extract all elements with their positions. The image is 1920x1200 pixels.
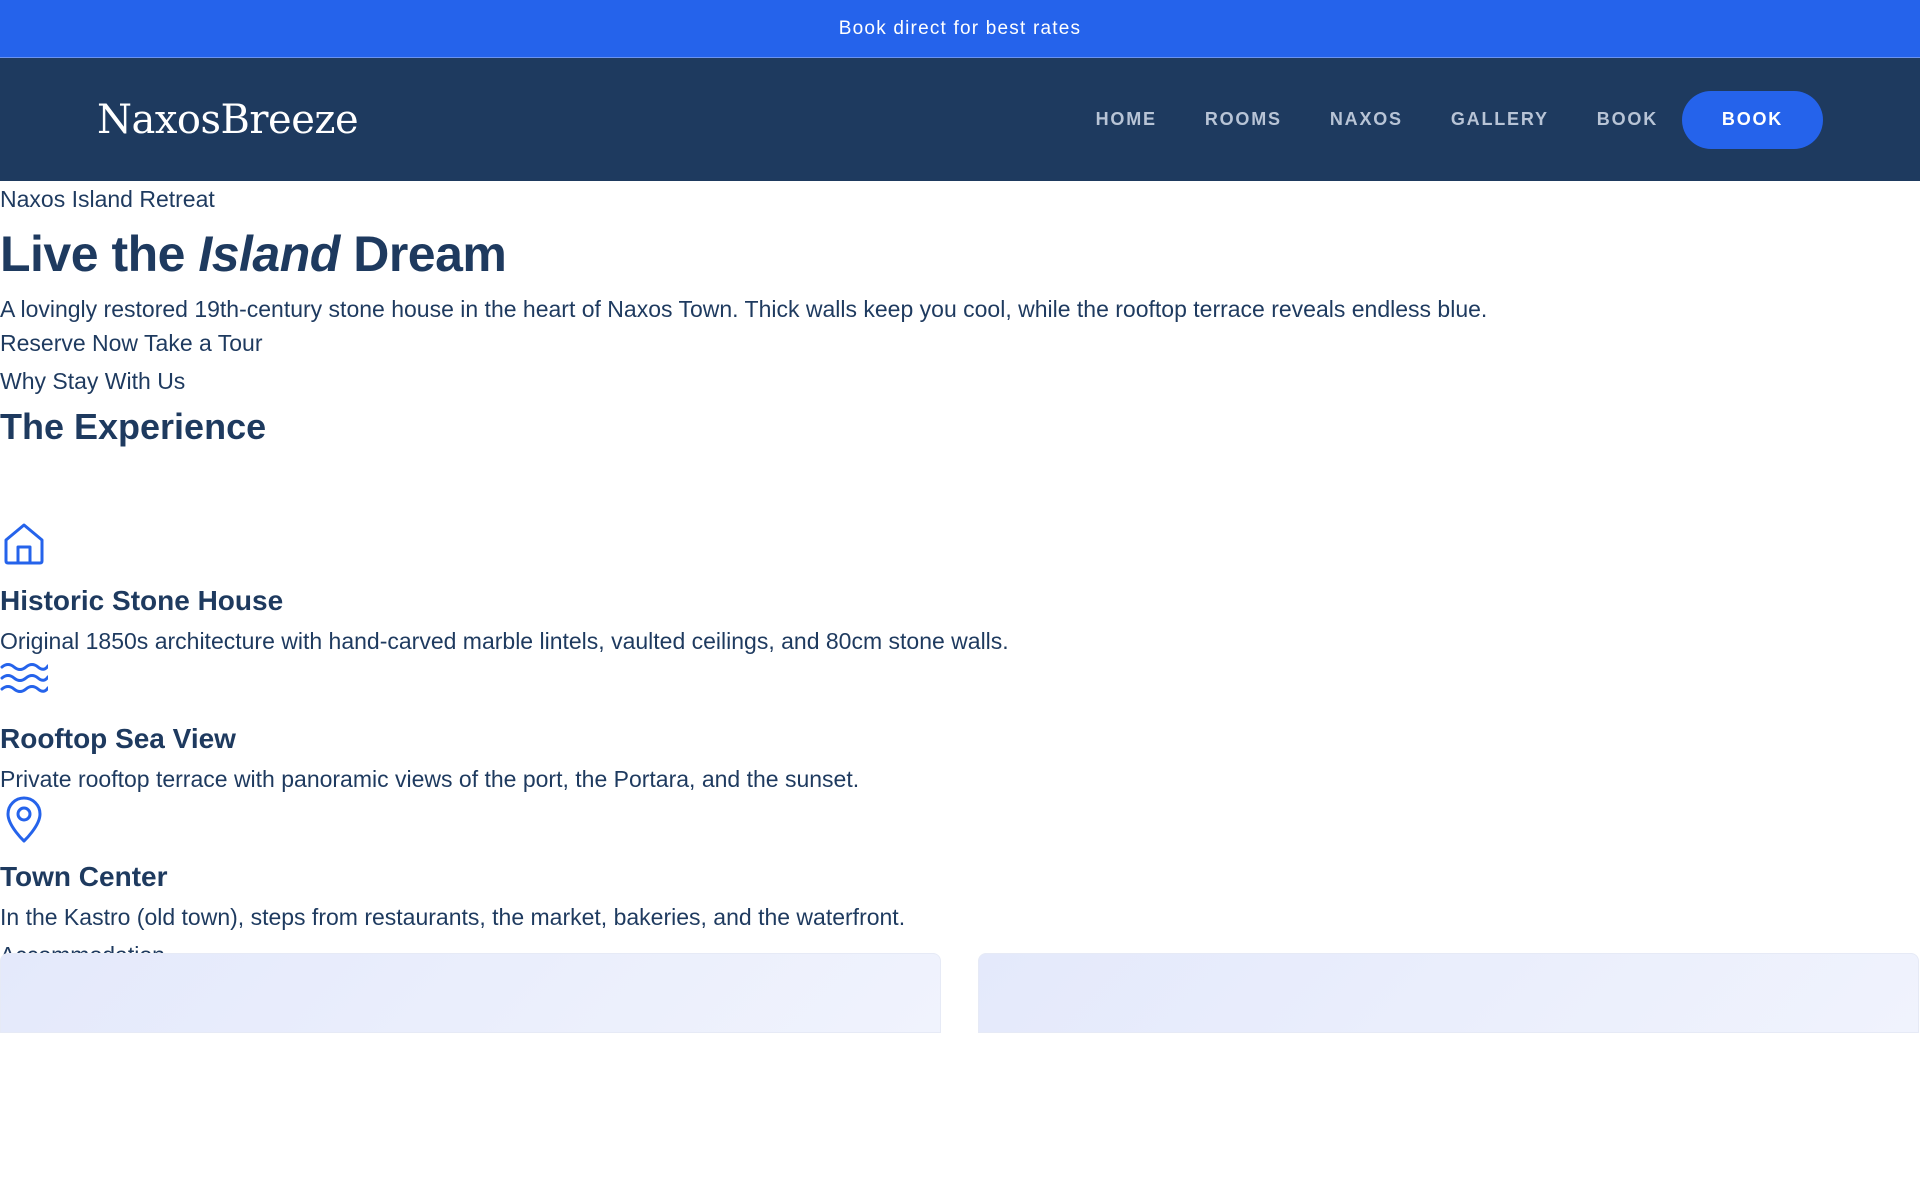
experience-section: Why Stay With Us The Experience Historic… (0, 364, 1920, 934)
hero-title-end: Dream (339, 226, 507, 282)
promo-bar: Book direct for best rates (0, 0, 1920, 58)
site-header: NaxosBreeze HOME ROOMS NAXOS GALLERY BOO… (0, 58, 1920, 181)
hero-title-start: Live the (0, 226, 199, 282)
experience-eyebrow: Why Stay With Us (0, 368, 186, 394)
room-card[interactable] (0, 953, 941, 1033)
hero-actions: Reserve Now Take a Tour (0, 326, 1920, 360)
feature-list: Historic Stone House Original 1850s arch… (0, 520, 1920, 934)
feature-description: In the Kastro (old town), steps from res… (0, 904, 906, 930)
hero-eyebrow: Naxos Island Retreat (0, 186, 215, 212)
waves-icon (0, 663, 48, 693)
main-nav: HOME ROOMS NAXOS GALLERY BOOK BOOK (1096, 90, 1823, 149)
book-button[interactable]: BOOK (1682, 90, 1823, 149)
house-icon (4, 523, 44, 565)
main-content: Naxos Island Retreat Live the Island Dre… (0, 182, 1920, 1024)
site-logo[interactable]: NaxosBreeze (97, 97, 359, 143)
feature-title: Rooftop Sea View (0, 723, 236, 754)
reserve-now-link[interactable]: Reserve Now (0, 330, 138, 356)
hero-title-emphasis: Island (198, 226, 340, 282)
feature-title: Historic Stone House (0, 585, 284, 616)
hero-title: Live the Island Dream (0, 224, 1920, 284)
nav-link-home[interactable]: HOME (1096, 109, 1157, 130)
feature-title: Town Center (0, 861, 168, 892)
nav-link-rooms[interactable]: ROOMS (1205, 109, 1282, 130)
feature-item: Rooftop Sea View Private rooftop terrace… (0, 658, 1920, 796)
map-pin-icon (6, 796, 42, 843)
nav-link-naxos[interactable]: NAXOS (1330, 109, 1403, 130)
feature-description: Private rooftop terrace with panoramic v… (0, 766, 860, 792)
feature-description: Original 1850s architecture with hand-ca… (0, 628, 1009, 654)
feature-item: Historic Stone House Original 1850s arch… (0, 520, 1920, 658)
experience-title: The Experience (0, 406, 267, 447)
room-card-list (0, 953, 1920, 1033)
take-a-tour-link[interactable]: Take a Tour (144, 330, 262, 356)
feature-item: Town Center In the Kastro (old town), st… (0, 796, 1920, 934)
nav-link-gallery[interactable]: GALLERY (1451, 109, 1549, 130)
hero-section: Naxos Island Retreat Live the Island Dre… (0, 182, 1920, 360)
room-card[interactable] (978, 953, 1919, 1033)
hero-description: A lovingly restored 19th-century stone h… (0, 296, 1488, 322)
nav-link-book[interactable]: BOOK (1597, 109, 1658, 130)
promo-text: Book direct for best rates (838, 17, 1082, 39)
